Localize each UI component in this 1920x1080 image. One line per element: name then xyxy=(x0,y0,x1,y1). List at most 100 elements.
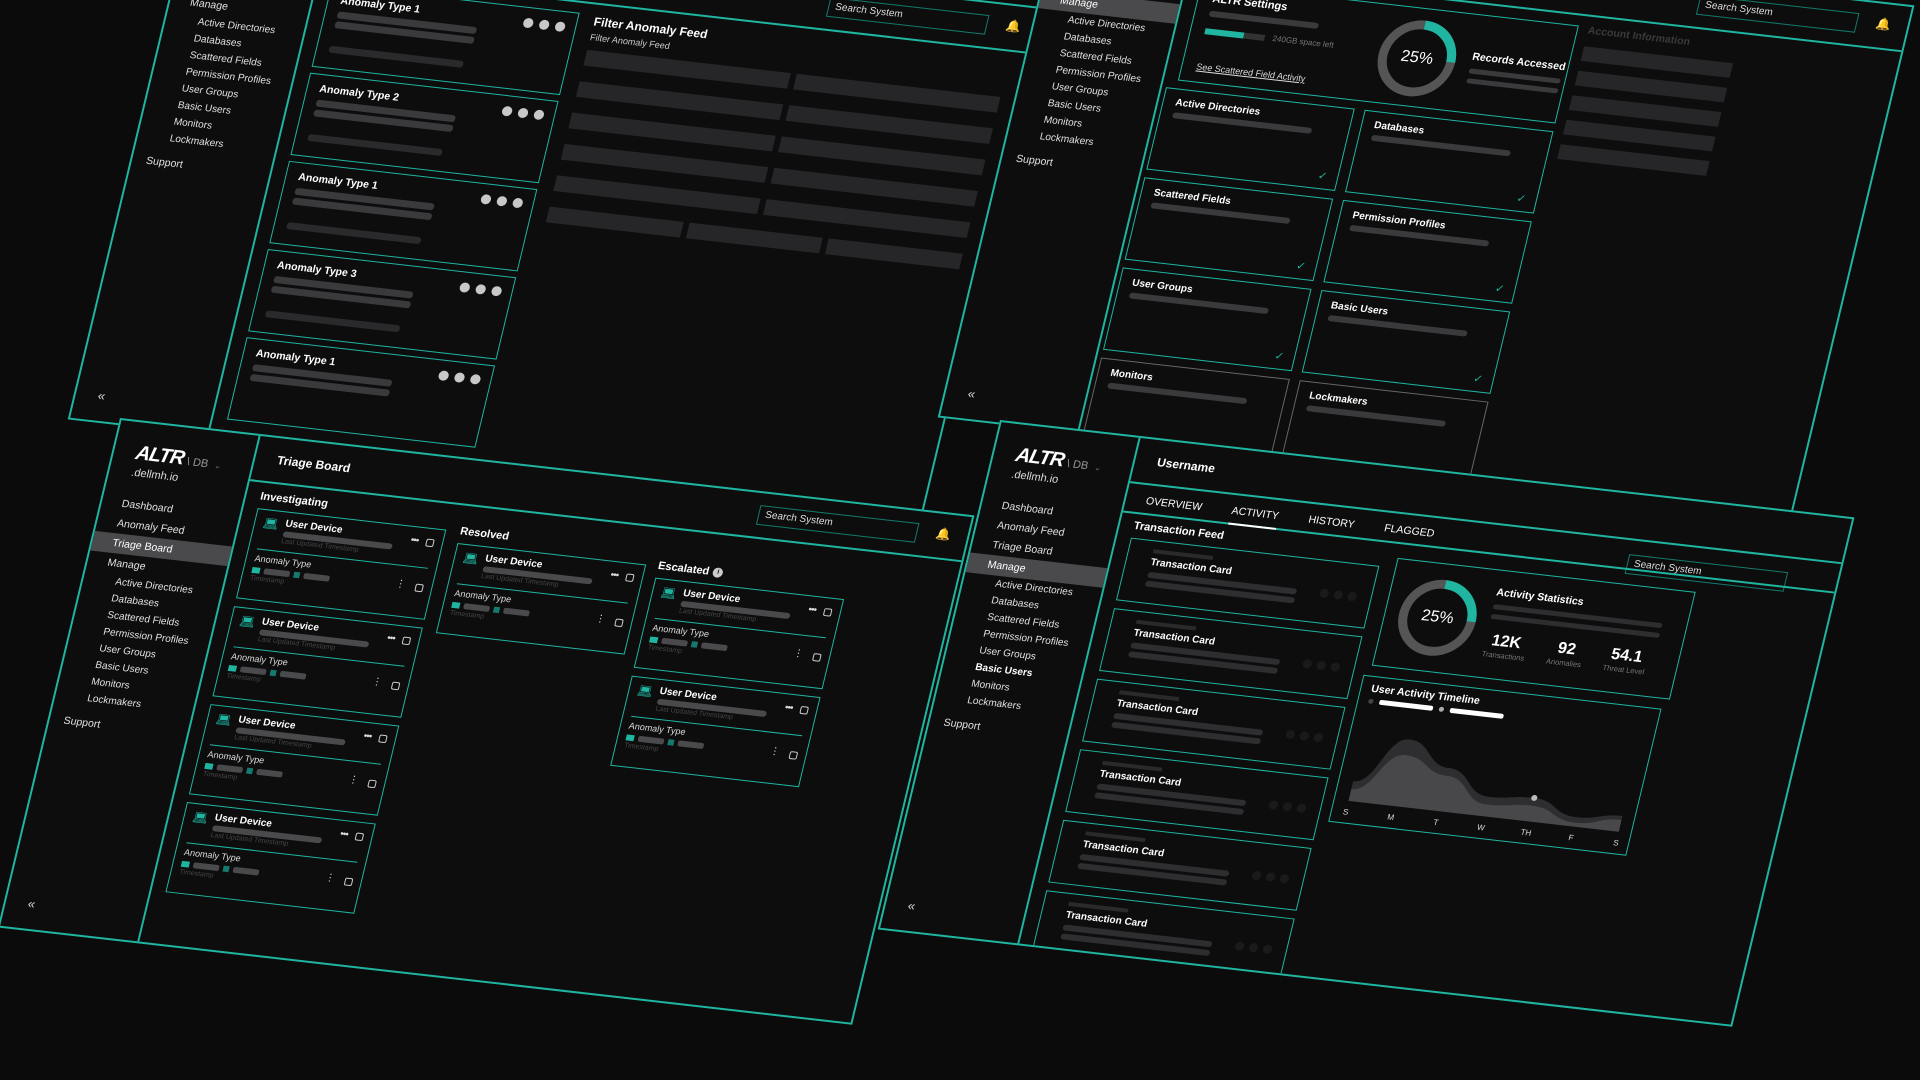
card-header: 💻︎ User Device Last Updated Timestamp xyxy=(633,683,810,729)
tab-overview[interactable]: OVERVIEW xyxy=(1143,495,1203,519)
main-content: Anomaly Type 1 Anomaly Type 2 Anomaly Ty… xyxy=(209,0,1031,515)
select-checkbox[interactable] xyxy=(414,583,425,593)
laptop-icon: 💻︎ xyxy=(214,711,233,728)
check-icon: ✓ xyxy=(1472,372,1485,386)
filter-field[interactable] xyxy=(553,175,761,215)
donut-label: 25% xyxy=(1399,47,1435,69)
collapse-sidebar-icon[interactable]: « xyxy=(966,386,977,402)
select-checkbox[interactable] xyxy=(401,636,412,646)
status-dot xyxy=(1329,662,1341,672)
triage-card[interactable]: 💻︎ User Device Last Updated Timestamp ••• An… xyxy=(212,606,423,718)
status-dot xyxy=(1281,801,1293,812)
check-icon: ✓ xyxy=(1493,282,1506,296)
filter-field[interactable] xyxy=(825,238,963,270)
info-icon[interactable]: i xyxy=(711,567,725,579)
filter-field[interactable] xyxy=(770,167,978,207)
logo-domain: .dellmh.io xyxy=(1009,468,1060,486)
check-icon: ✓ xyxy=(1515,192,1528,206)
filter-field[interactable] xyxy=(778,136,986,176)
notification-bell-icon[interactable]: 🔔 xyxy=(1873,16,1893,33)
server-icon xyxy=(222,865,230,873)
select-checkbox[interactable] xyxy=(377,734,388,744)
search-input[interactable]: Search System xyxy=(825,0,990,35)
filter-field[interactable] xyxy=(762,199,971,239)
column-title-text: Investigating xyxy=(259,490,330,510)
records-accessed: Records Accessed xyxy=(1465,51,1567,99)
legend-label xyxy=(1378,699,1434,711)
tab-flagged[interactable]: FLAGGED xyxy=(1382,522,1436,545)
manage-card[interactable]: Databases ✓ xyxy=(1344,109,1554,214)
collapse-sidebar-icon[interactable]: « xyxy=(26,896,37,912)
activity-timeline-card: User Activity Timeline S M T W TH F S xyxy=(1328,674,1662,856)
card-header: 💻︎ User Device Last Updated Timestamp xyxy=(188,810,365,856)
triage-card[interactable]: 💻︎ User Device Last Updated Timestamp ••• An… xyxy=(633,577,845,690)
account-information: Account Information xyxy=(1555,25,1739,186)
filter-field[interactable] xyxy=(785,105,993,144)
triage-card[interactable]: 💻︎ User Device Last Updated Timestamp ••• An… xyxy=(188,704,400,816)
chevron-down-icon[interactable]: ⌄ xyxy=(213,460,223,471)
status-dot xyxy=(1295,803,1307,814)
filter-field[interactable] xyxy=(560,143,769,183)
select-checkbox[interactable] xyxy=(343,877,354,887)
logo-product: \ DB xyxy=(185,455,210,471)
search-input[interactable]: Search System xyxy=(755,505,920,543)
select-checkbox[interactable] xyxy=(390,681,401,691)
triage-column: Resolved 💻︎ User Device Last Updated Timest… xyxy=(434,525,651,662)
collapse-sidebar-icon[interactable]: « xyxy=(906,898,917,914)
filter-field[interactable] xyxy=(685,222,824,254)
placeholder-bar xyxy=(285,222,422,245)
select-checkbox[interactable] xyxy=(788,751,799,760)
status-dots xyxy=(1234,941,1274,955)
collapse-sidebar-icon[interactable]: « xyxy=(96,388,107,404)
metric: 54.1 Threat Level xyxy=(1602,645,1650,677)
tab-activity[interactable]: ACTIVITY xyxy=(1228,504,1281,530)
status-dot xyxy=(1284,729,1296,740)
filter-field[interactable] xyxy=(568,112,776,152)
chevron-down-icon[interactable]: ⌄ xyxy=(1093,462,1103,473)
server-icon xyxy=(690,641,699,648)
search-input[interactable]: Search System xyxy=(1695,0,1860,33)
main-content: OVERVIEW ACTIVITY HISTORY FLAGGED Transacti… xyxy=(1019,483,1842,1024)
laptop-icon: 💻︎ xyxy=(261,516,281,532)
select-checkbox[interactable] xyxy=(624,573,635,583)
logo-product: \ DB xyxy=(1065,457,1090,473)
scattered-field-activity-link[interactable]: See Scattered Field Activity xyxy=(1195,62,1306,84)
x-tick-label: S xyxy=(1612,838,1619,847)
logo-mark: ALTR xyxy=(1013,444,1067,472)
filter-field[interactable] xyxy=(545,206,684,238)
status-dot xyxy=(1318,588,1330,599)
notification-bell-icon[interactable]: 🔔 xyxy=(1003,18,1023,35)
select-checkbox[interactable] xyxy=(822,607,833,617)
triage-card[interactable]: 💻︎ User Device Last Updated Timestamp ••• An… xyxy=(235,508,447,620)
triage-card[interactable]: 💻︎ User Device Last Updated Timestamp ••• An… xyxy=(435,543,647,655)
select-checkbox[interactable] xyxy=(799,705,810,715)
tab-history[interactable]: HISTORY xyxy=(1306,514,1356,537)
placeholder-bar xyxy=(328,45,465,68)
triage-board-window: ALTR\ DB ⌄ .dellmh.io Dashboard Anomaly Fe… xyxy=(0,418,975,1025)
manage-card[interactable]: Scattered Fields ✓ xyxy=(1124,177,1334,282)
status-dot xyxy=(1261,944,1274,955)
select-checkbox[interactable] xyxy=(811,653,822,662)
storage-indicator: 240GB space left xyxy=(1204,26,1335,50)
x-tick-label: TH xyxy=(1520,828,1533,838)
select-checkbox[interactable] xyxy=(614,618,624,628)
card-header: 💻︎ User Device Last Updated Timestamp xyxy=(235,614,412,660)
manage-card[interactable]: User Groups ✓ xyxy=(1102,267,1312,372)
triage-card[interactable]: 💻︎ User Device Last Updated Timestamp ••• An… xyxy=(610,675,821,788)
filter-field[interactable] xyxy=(575,81,784,121)
manage-card[interactable]: Active Directories ✓ xyxy=(1146,87,1355,191)
laptop-icon: 💻︎ xyxy=(191,809,210,826)
select-checkbox[interactable] xyxy=(425,538,435,548)
manage-card[interactable]: Permission Profiles ✓ xyxy=(1323,199,1532,304)
notification-bell-icon[interactable]: 🔔 xyxy=(933,526,953,543)
id-card-icon xyxy=(204,762,214,770)
select-checkbox[interactable] xyxy=(367,779,377,789)
x-tick-label: W xyxy=(1476,823,1486,833)
manage-card[interactable]: Basic Users ✓ xyxy=(1301,290,1511,394)
status-dot xyxy=(1251,870,1263,881)
legend-dot xyxy=(1438,706,1445,713)
status-dot xyxy=(1298,731,1310,741)
triage-card[interactable]: 💻︎ User Device Last Updated Timestamp ••• An… xyxy=(165,802,376,914)
server-icon xyxy=(245,767,254,775)
select-checkbox[interactable] xyxy=(354,832,365,842)
